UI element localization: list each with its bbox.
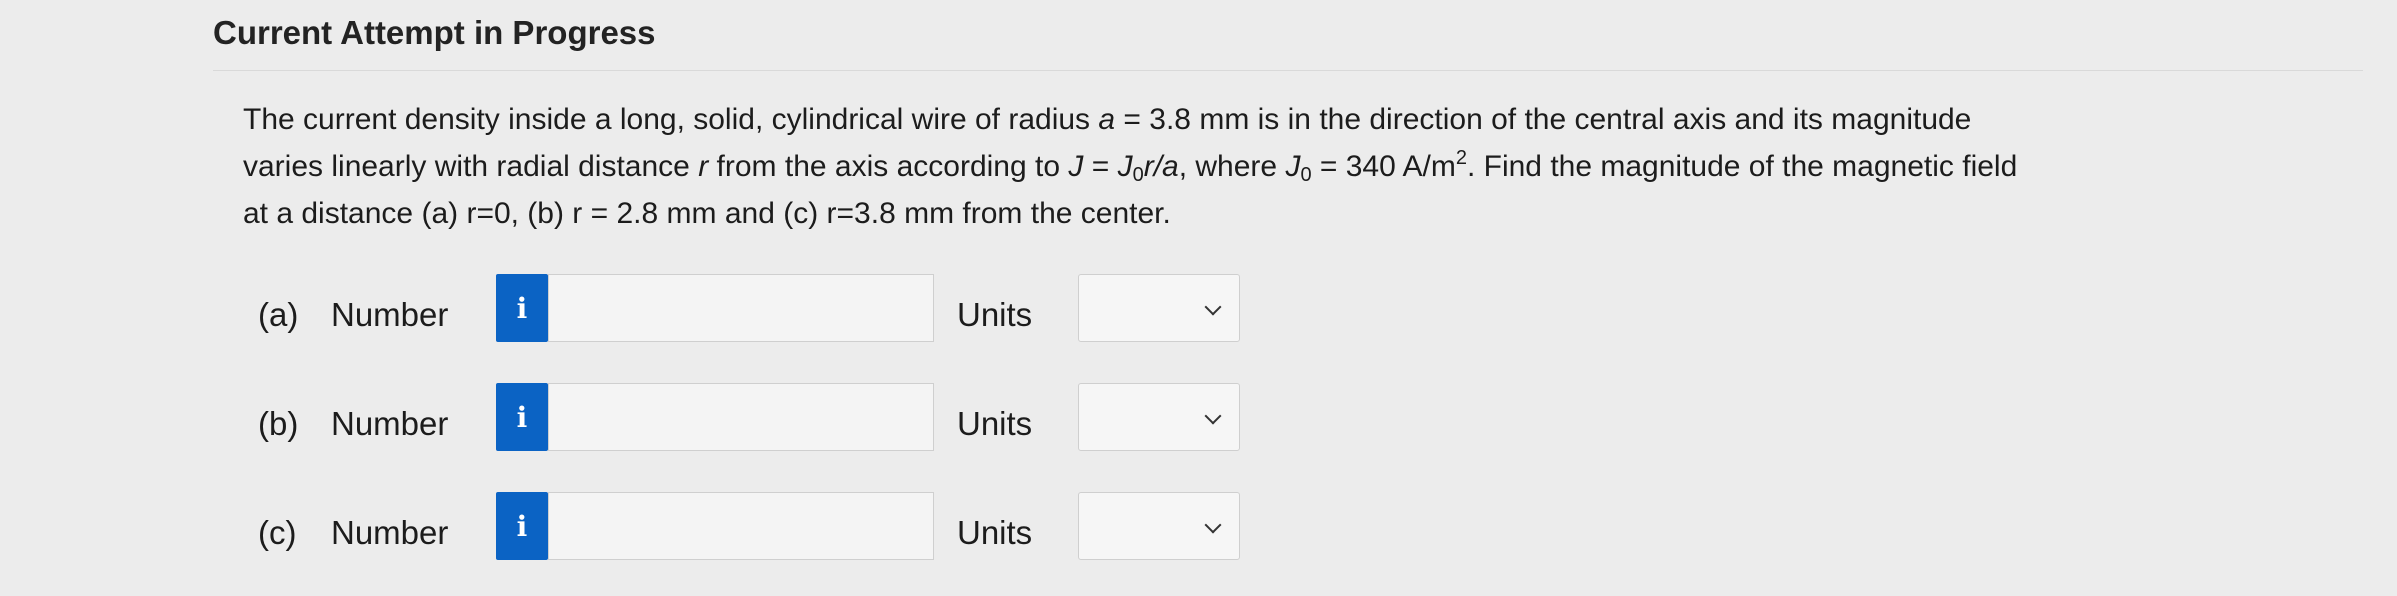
part-label: (a): [258, 296, 299, 333]
units-dropdown-c[interactable]: [1078, 492, 1240, 560]
units-dropdown-a[interactable]: [1078, 274, 1240, 342]
question-line-2: varies linearly with radial distance r f…: [243, 147, 2018, 186]
question-line-3: at a distance (a) r=0, (b) r = 2.8 mm an…: [243, 197, 1171, 230]
chevron-down-icon: [1204, 298, 1222, 316]
units-label: Units: [957, 296, 1033, 333]
part-label: (c): [258, 514, 297, 551]
question-line-1: The current density inside a long, solid…: [243, 103, 1972, 136]
answer-row-b: (b) Number i Units: [243, 383, 1243, 471]
units-label: Units: [957, 405, 1033, 442]
chevron-down-icon: [1204, 407, 1222, 425]
number-label: Number: [331, 296, 449, 333]
answer-row-c: (c) Number i Units: [243, 492, 1243, 580]
number-label: Number: [331, 405, 449, 442]
part-label: (b): [258, 405, 299, 442]
info-icon[interactable]: i: [496, 274, 548, 342]
answer-row-a: (a) Number i Units: [243, 274, 1243, 362]
units-label: Units: [957, 514, 1033, 551]
chevron-down-icon: [1204, 516, 1222, 534]
title-divider: [213, 70, 2363, 71]
info-icon[interactable]: i: [496, 492, 548, 560]
units-dropdown-b[interactable]: [1078, 383, 1240, 451]
info-icon[interactable]: i: [496, 383, 548, 451]
question-text: The current density inside a long, solid…: [243, 96, 2283, 237]
number-input-b[interactable]: [548, 383, 934, 451]
number-input-c[interactable]: [548, 492, 934, 560]
page-title: Current Attempt in Progress: [213, 14, 656, 51]
number-input-a[interactable]: [548, 274, 934, 342]
number-label: Number: [331, 514, 449, 551]
